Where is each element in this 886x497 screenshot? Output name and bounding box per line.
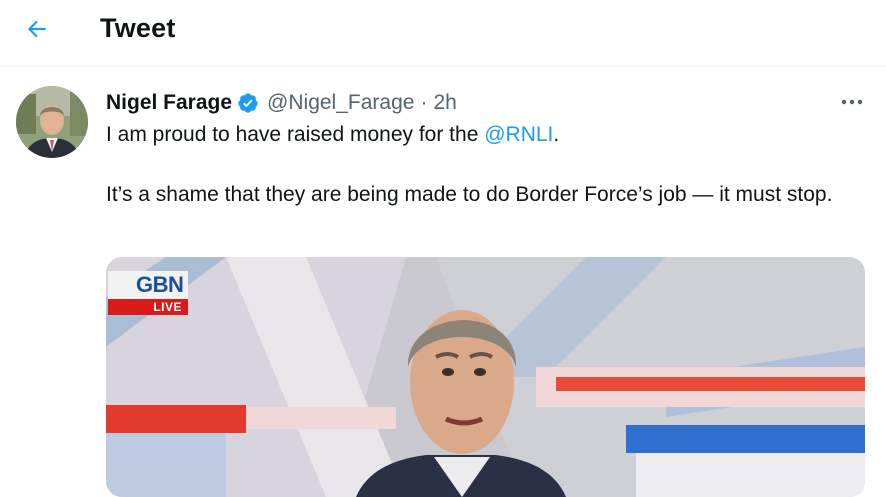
gbn-logo: GBN LIVE [106, 271, 188, 315]
author-name[interactable]: Nigel Farage [106, 91, 232, 115]
tweet-author-row: Nigel Farage @Nigel_Farage · 2h [106, 88, 457, 118]
video-thumbnail [106, 257, 865, 497]
tweet-text-prefix: I am proud to have raised money for the [106, 123, 485, 146]
live-label: LIVE [153, 300, 182, 314]
mention-link[interactable]: @RNLI [484, 123, 553, 146]
back-button[interactable] [18, 10, 56, 48]
verified-badge-icon [237, 92, 259, 114]
arrow-left-icon [27, 20, 46, 38]
avatar[interactable] [16, 86, 88, 158]
tweet-text-paragraph2: It’s a shame that they are being made to… [106, 183, 833, 206]
tweet-text: I am proud to have raised money for the … [106, 120, 866, 210]
separator-dot: · [420, 91, 428, 114]
page-title: Tweet [100, 13, 176, 43]
author-handle[interactable]: @Nigel_Farage [267, 91, 414, 115]
tweet-text-line1: I am proud to have raised money for the … [106, 120, 866, 150]
tweet-time[interactable]: 2h [433, 91, 456, 115]
gbn-logo-text: GBN [136, 272, 184, 297]
more-horizontal-icon [841, 99, 863, 105]
tweet-text-suffix: . [553, 123, 560, 146]
tweet-media-video[interactable]: GBN LIVE [106, 257, 865, 497]
more-options-button[interactable] [832, 88, 872, 116]
top-header: Tweet [0, 0, 886, 67]
live-badge: LIVE [108, 299, 188, 315]
